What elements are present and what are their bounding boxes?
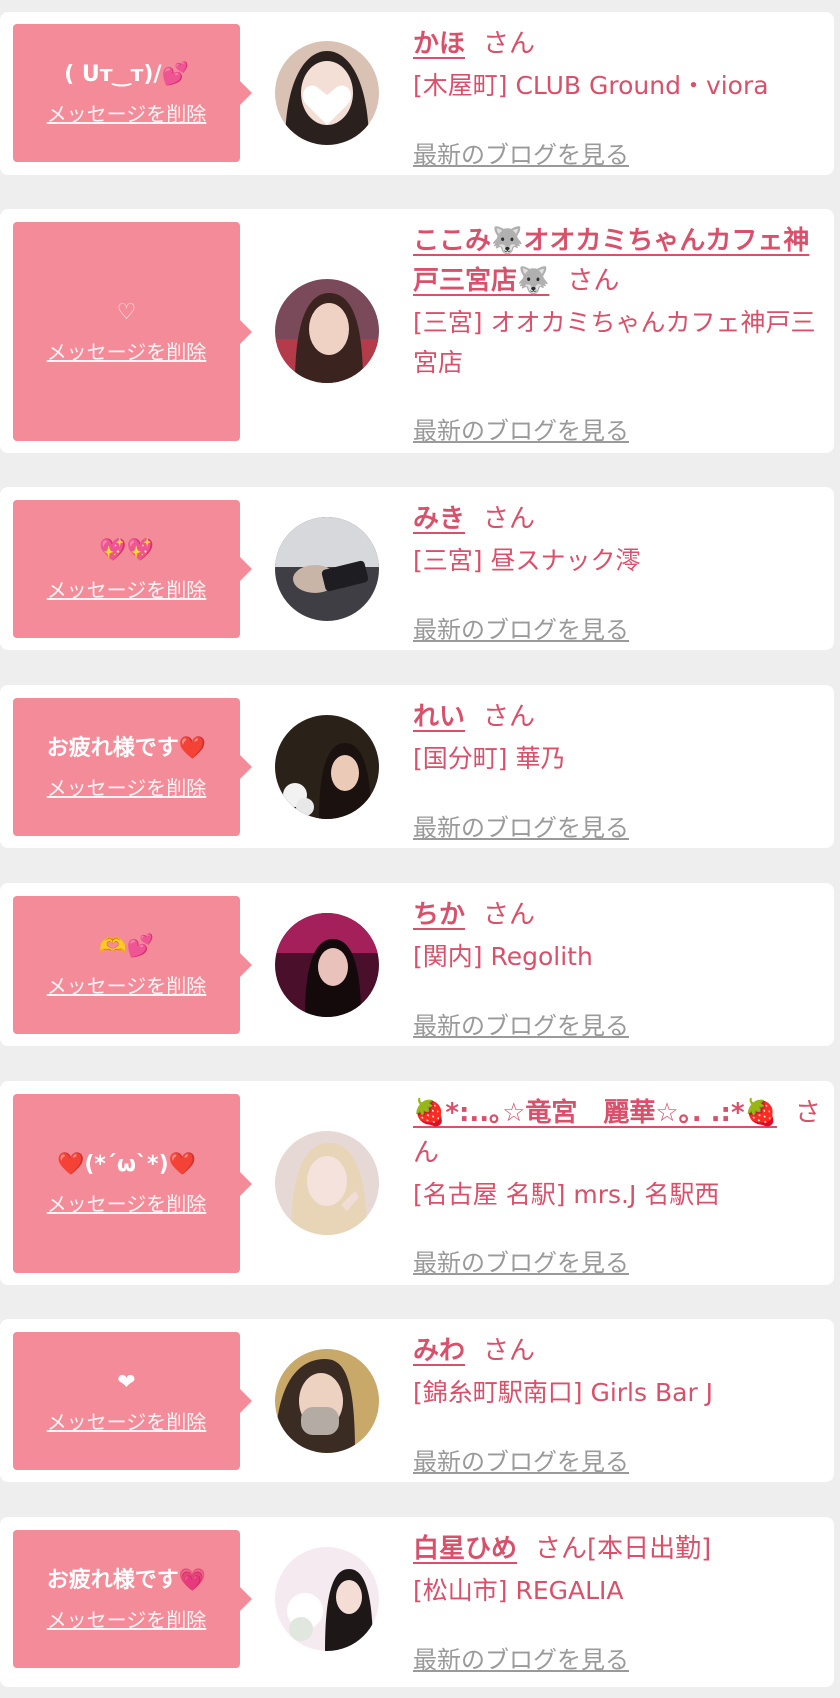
- name-line: れい さん: [413, 697, 821, 737]
- user-name-link[interactable]: 🍓*:..｡☆竜宮 麗華☆｡. .:*🍓: [413, 1098, 777, 1128]
- status-label: [本日出勤]: [587, 1534, 712, 1564]
- message-card: ❤ メッセージを削除 みわ さん [錦糸町駅南口] Girls Bar J 最新の…: [0, 1319, 834, 1482]
- avatar[interactable]: [275, 1547, 379, 1651]
- message-bubble: お疲れ様です💗 メッセージを削除: [13, 1530, 252, 1668]
- message-text: 💖💖: [99, 537, 154, 563]
- honorific: さん: [567, 266, 620, 296]
- latest-blog-link[interactable]: 最新のブログを見る: [413, 612, 629, 648]
- message-text: ❤️(*´ω`*)❤️: [56, 1152, 197, 1177]
- avatar[interactable]: [275, 715, 379, 819]
- shop-text: [松山市] REGALIA: [413, 1576, 624, 1605]
- message-card: お疲れ様です💗 メッセージを削除 白星ひめ さん[本日出勤] [松山市] REGA…: [0, 1517, 834, 1687]
- user-name-link[interactable]: れい: [413, 702, 465, 732]
- avatar[interactable]: [275, 517, 379, 621]
- message-bubble: 🫶💕 メッセージを削除: [13, 896, 252, 1034]
- user-info: みわ さん [錦糸町駅南口] Girls Bar J 最新のブログを見る: [413, 1331, 821, 1481]
- avatar[interactable]: [275, 41, 379, 145]
- avatar[interactable]: [275, 913, 379, 1017]
- latest-blog-link[interactable]: 最新のブログを見る: [413, 810, 629, 846]
- name-line: かほ さん: [413, 24, 821, 64]
- name-line: みき さん: [413, 499, 821, 539]
- message-card: ( Uт‿т)/💕 メッセージを削除 かほ さん [木屋町] CLUB Groun…: [0, 12, 834, 175]
- user-info: みき さん [三宮] 昼スナック澪 最新のブログを見る: [413, 499, 821, 649]
- honorific: さん: [483, 29, 536, 59]
- message-text: お疲れ様です💗: [46, 1567, 207, 1593]
- message-card: お疲れ様です❤️ メッセージを削除 れい さん [国分町] 華乃 最新のブログを見…: [0, 685, 834, 848]
- latest-blog-link[interactable]: 最新のブログを見る: [413, 1444, 629, 1480]
- shop-text: [三宮] 昼スナック澪: [413, 546, 641, 575]
- avatar[interactable]: [275, 279, 379, 383]
- shop-text: [三宮] オオカミちゃんカフェ神戸三宮店: [413, 308, 816, 377]
- user-name-link[interactable]: 白星ひめ: [413, 1534, 517, 1564]
- delete-message-link[interactable]: メッセージを削除: [47, 1188, 207, 1217]
- message-bubble: ( Uт‿т)/💕 メッセージを削除: [13, 24, 252, 162]
- user-name-link[interactable]: かほ: [413, 29, 465, 59]
- honorific: さん: [483, 1336, 536, 1366]
- name-line: みわ さん: [413, 1331, 821, 1371]
- delete-message-link[interactable]: メッセージを削除: [47, 772, 207, 801]
- message-list: ( Uт‿т)/💕 メッセージを削除 かほ さん [木屋町] CLUB Groun…: [0, 0, 840, 1698]
- message-bubble: ❤ メッセージを削除: [13, 1332, 252, 1470]
- message-bubble: ❤️(*´ω`*)❤️ メッセージを削除: [13, 1094, 252, 1273]
- latest-blog-link[interactable]: 最新のブログを見る: [413, 1008, 629, 1044]
- delete-message-link[interactable]: メッセージを削除: [47, 970, 207, 999]
- user-name-link[interactable]: みき: [413, 504, 465, 534]
- message-text: ♡: [116, 300, 137, 325]
- honorific: さん: [483, 702, 536, 732]
- honorific: さん: [483, 504, 536, 534]
- name-line: ここみ🐺オオカミちゃんカフェ神戸三宮店🐺 さん: [413, 221, 821, 301]
- honorific: さん: [483, 900, 536, 930]
- message-card: ♡ メッセージを削除 ここみ🐺オオカミちゃんカフェ神戸三宮店🐺 さん [三宮] オ…: [0, 209, 834, 453]
- shop-text: [関内] Regolith: [413, 942, 593, 971]
- user-info: ここみ🐺オオカミちゃんカフェ神戸三宮店🐺 さん [三宮] オオカミちゃんカフェ神戸…: [413, 221, 821, 451]
- delete-message-link[interactable]: メッセージを削除: [47, 1604, 207, 1633]
- name-line: ちか さん: [413, 895, 821, 935]
- message-text: お疲れ様です❤️: [46, 735, 207, 761]
- user-info: 白星ひめ さん[本日出勤] [松山市] REGALIA 最新のブログを見る: [413, 1529, 821, 1679]
- message-text: 🫶💕: [99, 933, 154, 959]
- shop-text: [名古屋 名駅] mrs.J 名駅西: [413, 1180, 720, 1209]
- message-text: ( Uт‿т)/💕: [64, 61, 189, 87]
- latest-blog-link[interactable]: 最新のブログを見る: [413, 137, 629, 173]
- user-name-link[interactable]: みわ: [413, 1336, 465, 1366]
- message-bubble: ♡ メッセージを削除: [13, 222, 252, 441]
- user-info: 🍓*:..｡☆竜宮 麗華☆｡. .:*🍓 さん [名古屋 名駅] mrs.J 名駅…: [413, 1093, 821, 1283]
- delete-message-link[interactable]: メッセージを削除: [47, 98, 207, 127]
- user-info: れい さん [国分町] 華乃 最新のブログを見る: [413, 697, 821, 847]
- avatar[interactable]: [275, 1131, 379, 1235]
- avatar[interactable]: [275, 1349, 379, 1453]
- shop-text: [錦糸町駅南口] Girls Bar J: [413, 1378, 714, 1407]
- message-bubble: お疲れ様です❤️ メッセージを削除: [13, 698, 252, 836]
- user-info: ちか さん [関内] Regolith 最新のブログを見る: [413, 895, 821, 1045]
- user-info: かほ さん [木屋町] CLUB Ground・viora 最新のブログを見る: [413, 24, 821, 174]
- delete-message-link[interactable]: メッセージを削除: [47, 336, 207, 365]
- name-line: 白星ひめ さん[本日出勤]: [413, 1529, 821, 1569]
- latest-blog-link[interactable]: 最新のブログを見る: [413, 1642, 629, 1678]
- name-line: 🍓*:..｡☆竜宮 麗華☆｡. .:*🍓 さん: [413, 1093, 821, 1173]
- latest-blog-link[interactable]: 最新のブログを見る: [413, 413, 629, 449]
- shop-text: [国分町] 華乃: [413, 744, 566, 773]
- delete-message-link[interactable]: メッセージを削除: [47, 1406, 207, 1435]
- shop-text: [木屋町] CLUB Ground・viora: [413, 71, 769, 100]
- message-text: ❤: [117, 1369, 136, 1395]
- message-card: 🫶💕 メッセージを削除 ちか さん [関内] Regolith 最新のブログを見る: [0, 883, 834, 1046]
- message-bubble: 💖💖 メッセージを削除: [13, 500, 252, 638]
- latest-blog-link[interactable]: 最新のブログを見る: [413, 1245, 629, 1281]
- user-name-link[interactable]: ちか: [413, 900, 465, 930]
- message-card: ❤️(*´ω`*)❤️ メッセージを削除 🍓*:..｡☆竜宮 麗華☆｡. .:*…: [0, 1081, 834, 1285]
- message-card: 💖💖 メッセージを削除 みき さん [三宮] 昼スナック澪 最新のブログを見る: [0, 487, 834, 650]
- honorific: さん: [535, 1534, 588, 1564]
- delete-message-link[interactable]: メッセージを削除: [47, 574, 207, 603]
